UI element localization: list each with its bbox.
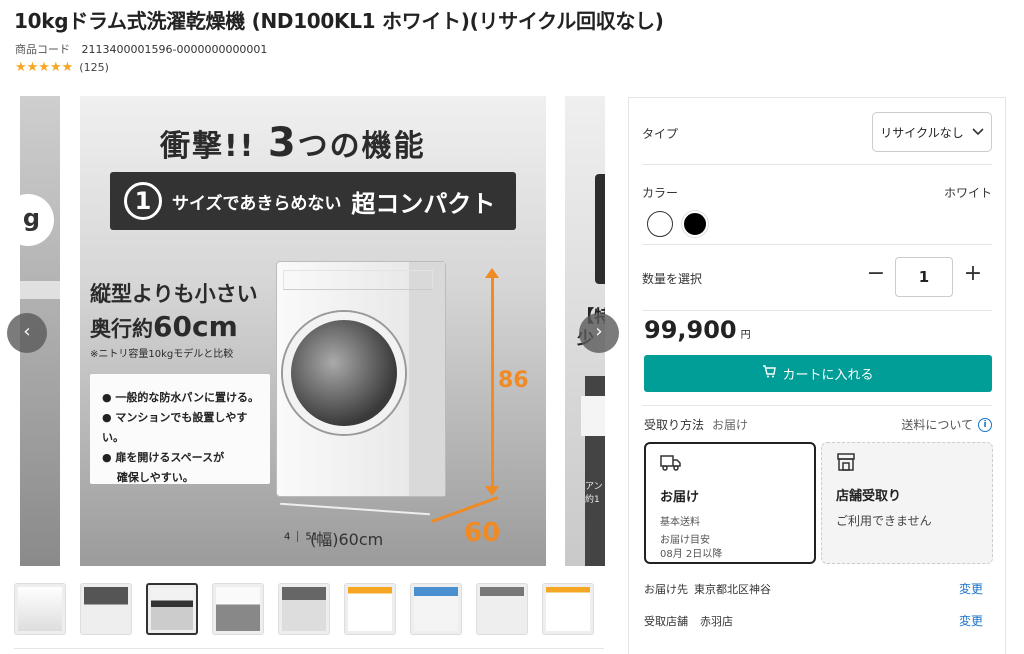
color-swatch-black[interactable] xyxy=(682,211,708,237)
change-store-link[interactable]: 変更 xyxy=(959,612,983,629)
truck-icon xyxy=(660,454,800,478)
price-unit: 円 xyxy=(740,330,751,341)
info-icon: i xyxy=(978,417,992,432)
thumbnail[interactable] xyxy=(476,583,528,635)
store-pickup-option[interactable]: 店舗受取り ご利用できません xyxy=(821,442,993,564)
banner-number: 1 xyxy=(124,182,162,220)
add-to-cart-button[interactable]: カートに入れる xyxy=(644,355,992,392)
rating[interactable]: ★★★★★ (125) xyxy=(15,60,109,75)
slide-compare-text: 縦型よりも小さい 奥行約60cm ※ニトリ容量10kgモデルと比較 xyxy=(90,282,258,360)
main-slide-image: 衝撃!! 3つの機能 1 サイズであきらめない 超コンパクト 縦型よりも小さい … xyxy=(80,96,546,566)
type-select[interactable]: リサイクルなし xyxy=(872,112,992,152)
chevron-down-icon xyxy=(972,125,984,139)
height-dimension: 86 xyxy=(498,368,529,393)
thumbnail[interactable] xyxy=(212,583,264,635)
rating-stars-icon: ★★★★★ xyxy=(15,60,74,75)
product-title: 10kgドラム式洗濯乾燥機 (ND100KL1 ホワイト)(リサイクル回収なし) xyxy=(14,9,664,33)
delivery-option[interactable]: お届け 基本送料 お届け目安 08月 2日以降 xyxy=(644,442,816,564)
quantity-decrease-button[interactable]: − xyxy=(861,261,891,286)
depth-dimension: 60 xyxy=(464,518,501,548)
add-to-cart-label: カートに入れる xyxy=(782,368,874,383)
price-value: 99,900 xyxy=(644,316,737,344)
thumbnail[interactable] xyxy=(80,583,132,635)
thumbnail[interactable] xyxy=(14,583,66,635)
delivery-address: お届け先 東京都北区神谷 xyxy=(644,583,771,596)
slide-headline: 衝撃!! 3つの機能 xyxy=(160,120,426,166)
purchase-panel: タイプ リサイクルなし カラー ホワイト 数量を選択 − 1 + 99,900 円… xyxy=(628,97,1006,654)
gallery-next-button[interactable]: › xyxy=(579,313,619,353)
color-value: ホワイト xyxy=(943,186,992,200)
width-dimension: (幅)60cm xyxy=(310,530,384,549)
review-count[interactable]: (125) xyxy=(79,61,109,74)
color-label: カラー xyxy=(642,186,679,200)
product-code: 商品コード 2113400001596-0000000000001 xyxy=(15,41,267,57)
shipping-info-link[interactable]: 送料について i xyxy=(901,416,992,433)
thumbnail[interactable] xyxy=(410,583,462,635)
washer-image xyxy=(276,261,446,497)
product-code-value: 2113400001596-0000000000001 xyxy=(81,43,268,56)
pickup-store: 受取店舗 赤羽店 xyxy=(644,615,733,628)
quantity-increase-button[interactable]: + xyxy=(958,261,988,286)
cart-icon xyxy=(762,365,777,382)
product-code-label: 商品コード xyxy=(15,43,70,56)
washer-door xyxy=(283,312,405,434)
slide-counter: 4 51 xyxy=(284,531,319,543)
thumbnail[interactable] xyxy=(344,583,396,635)
type-select-value: リサイクルなし xyxy=(880,125,964,140)
store-icon xyxy=(836,453,978,477)
height-arrow xyxy=(485,268,499,496)
prev-slide-text: g xyxy=(2,194,54,246)
slide-banner: 1 サイズであきらめない 超コンパクト xyxy=(110,172,516,230)
thumbnail[interactable] xyxy=(278,583,330,635)
color-swatch-white[interactable] xyxy=(647,211,673,237)
quantity-input[interactable]: 1 xyxy=(895,257,953,297)
thumbnail-strip xyxy=(14,583,594,635)
change-address-link[interactable]: 変更 xyxy=(959,580,983,597)
price: 99,900 円 xyxy=(644,316,751,344)
thumbnail-active[interactable] xyxy=(146,583,198,635)
gallery-prev-button[interactable]: ‹ xyxy=(7,313,47,353)
image-gallery: g 衝撃!! 3つの機能 1 サイズであきらめない 超コンパクト 縦型よりも小さ… xyxy=(0,96,612,566)
thumbnail[interactable] xyxy=(542,583,594,635)
receive-method: 受取り方法 お届け xyxy=(644,418,749,432)
slide-bullets: ● 一般的な防水パンに置ける。 ● マンションでも設置しやすい。 ● 扉を開ける… xyxy=(90,374,270,484)
